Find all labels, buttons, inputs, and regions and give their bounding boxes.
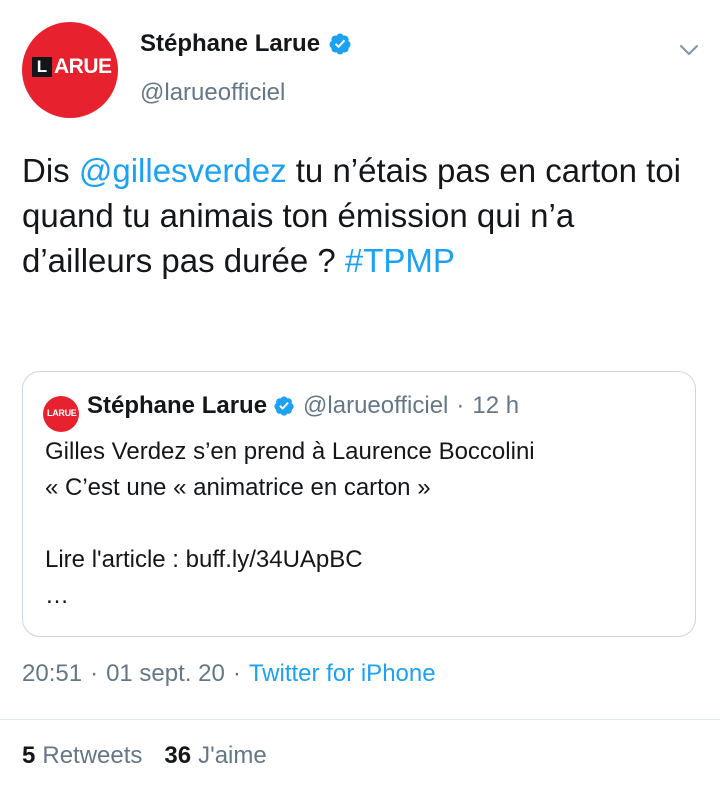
hashtag-link[interactable]: #TPMP bbox=[345, 242, 455, 279]
logo-text: ARUE bbox=[54, 55, 112, 78]
author-handle[interactable]: @larueofficiel bbox=[140, 79, 285, 107]
avatar[interactable]: L ARUE bbox=[22, 22, 118, 118]
quoted-separator: · bbox=[456, 392, 465, 419]
retweets-count[interactable]: 5 bbox=[22, 742, 35, 770]
quoted-line: « C’est une « animatrice en carton » bbox=[45, 474, 431, 501]
tweet-text-part: Dis bbox=[22, 152, 79, 189]
author-name[interactable]: Stéphane Larue bbox=[140, 30, 320, 58]
tweet-meta: 20:51 · 01 sept. 20 · Twitter for iPhone bbox=[22, 660, 436, 688]
likes-label[interactable]: J'aime bbox=[198, 742, 267, 770]
logo-letter: L bbox=[32, 57, 52, 77]
chevron-down-icon[interactable] bbox=[677, 38, 701, 62]
quoted-header: Stéphane Larue @larueofficiel · 12 h bbox=[87, 392, 519, 420]
quoted-avatar-logo: LARUE bbox=[47, 408, 77, 418]
meta-separator: · bbox=[232, 660, 241, 687]
verified-badge-icon bbox=[329, 33, 351, 55]
tweet-stats: 5 Retweets 36 J'aime bbox=[22, 742, 289, 770]
mention-link[interactable]: @gillesverdez bbox=[79, 152, 287, 189]
quoted-line bbox=[45, 506, 675, 542]
verified-badge-icon bbox=[274, 396, 294, 416]
tweet-time: 20:51 bbox=[22, 660, 83, 687]
quoted-author-name: Stéphane Larue bbox=[87, 392, 268, 419]
divider bbox=[0, 719, 720, 720]
meta-separator: · bbox=[90, 660, 99, 687]
quoted-line: Gilles Verdez s’en prend à Laurence Bocc… bbox=[45, 438, 535, 465]
larue-logo: L ARUE bbox=[32, 55, 112, 81]
tweet-date: 01 sept. 20 bbox=[106, 660, 225, 687]
quoted-tweet[interactable]: LARUE Stéphane Larue @larueofficiel · 12… bbox=[22, 371, 696, 637]
author-name-row: Stéphane Larue bbox=[140, 30, 352, 58]
quoted-body: Gilles Verdez s’en prend à Laurence Bocc… bbox=[45, 434, 675, 614]
quoted-timestamp: 12 h bbox=[472, 392, 520, 419]
tweet-text: Dis @gillesverdez tu n’étais pas en cart… bbox=[22, 148, 702, 283]
quoted-line: … bbox=[45, 582, 69, 609]
likes-count[interactable]: 36 bbox=[164, 742, 191, 770]
retweets-label[interactable]: Retweets bbox=[42, 742, 142, 770]
quoted-line: Lire l'article : buff.ly/34UApBC bbox=[45, 546, 363, 573]
quoted-avatar: LARUE bbox=[43, 396, 79, 432]
tweet-source-link[interactable]: Twitter for iPhone bbox=[249, 660, 436, 688]
quoted-author-handle: @larueofficiel bbox=[303, 392, 449, 419]
